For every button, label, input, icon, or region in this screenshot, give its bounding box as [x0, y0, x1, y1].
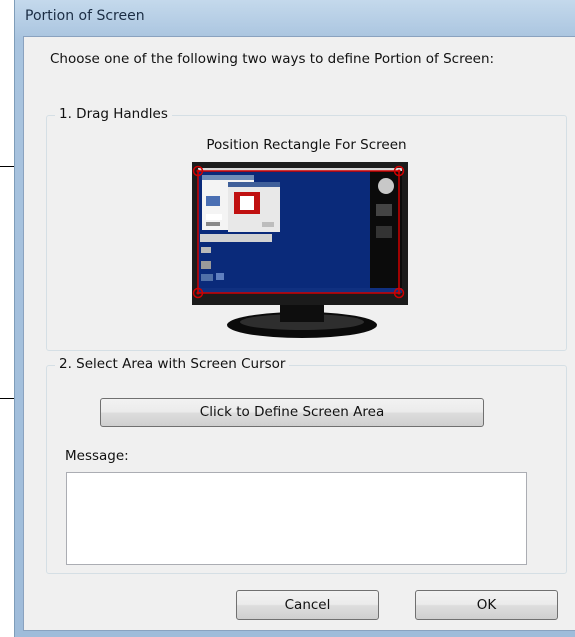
message-label: Message:: [65, 448, 129, 464]
ok-button[interactable]: OK: [415, 590, 558, 620]
drag-handles-group: 1. Drag Handles Position Rectangle For S…: [46, 106, 567, 351]
preview-title: Position Rectangle For Screen: [206, 137, 407, 153]
select-area-group: 2. Select Area with Screen Cursor Click …: [46, 356, 567, 574]
define-screen-area-button[interactable]: Click to Define Screen Area: [100, 398, 484, 427]
portion-of-screen-dialog: Portion of Screen Choose one of the foll…: [14, 0, 575, 637]
title-bar[interactable]: Portion of Screen: [15, 0, 575, 36]
monitor-stand-icon: [227, 302, 377, 338]
instruction-text: Choose one of the following two ways to …: [50, 51, 495, 67]
dialog-client-area: Choose one of the following two ways to …: [23, 36, 575, 631]
cancel-button[interactable]: Cancel: [236, 590, 379, 620]
window-title: Portion of Screen: [25, 8, 145, 24]
message-field[interactable]: [66, 472, 527, 565]
monitor-preview: [192, 162, 408, 338]
select-area-legend: 2. Select Area with Screen Cursor: [55, 356, 290, 372]
drag-handles-legend: 1. Drag Handles: [55, 106, 172, 122]
